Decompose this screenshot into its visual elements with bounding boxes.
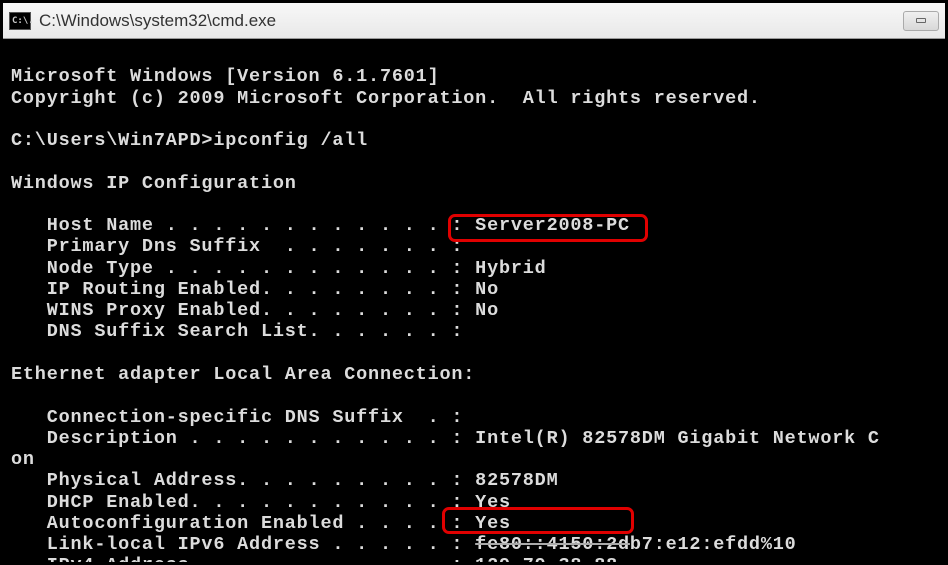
row-physical-address: Physical Address. . . . . . . . . : 8257… xyxy=(11,470,559,491)
dhcp-enabled-value: Yes xyxy=(475,492,511,513)
dns-suffix-list-label: DNS Suffix Search List. . . . . . : xyxy=(11,321,463,342)
titlebar[interactable]: C:\. C:\Windows\system32\cmd.exe xyxy=(3,3,945,39)
autoconfig-value: Yes xyxy=(475,513,511,534)
row-conn-dns-suffix: Connection-specific DNS Suffix . : xyxy=(11,407,463,428)
primary-dns-label: Primary Dns Suffix . . . . . . . : xyxy=(11,236,463,257)
row-dhcp-enabled: DHCP Enabled. . . . . . . . . . . : Yes xyxy=(11,492,511,513)
row-primary-dns: Primary Dns Suffix . . . . . . . : xyxy=(11,236,463,257)
terminal-output[interactable]: Microsoft Windows [Version 6.1.7601] Cop… xyxy=(3,39,945,562)
header-line-1: Microsoft Windows [Version 6.1.7601] xyxy=(11,66,439,87)
link-local-ipv6-tail: b7:e12:efdd%10 xyxy=(630,534,797,555)
row-ipv4: IPv4 Address. . . . . . . . . . . : 129.… xyxy=(11,555,618,562)
header-line-2: Copyright (c) 2009 Microsoft Corporation… xyxy=(11,88,761,109)
section-windows-ip-config: Windows IP Configuration xyxy=(11,173,297,194)
row-dns-suffix-list: DNS Suffix Search List. . . . . . : xyxy=(11,321,463,342)
description-label: Description . . . . . . . . . . . : xyxy=(11,428,475,449)
row-autoconfig: Autoconfiguration Enabled . . . . : Yes xyxy=(11,513,511,534)
host-name-value: Server2008-PC xyxy=(475,215,630,236)
autoconfig-label: Autoconfiguration Enabled . . . . : xyxy=(11,513,475,534)
physical-address-value: 82578DM xyxy=(475,470,558,491)
ipv4-label: IPv4 Address. . . . . . . . . . . : xyxy=(11,555,475,562)
cmd-icon-text: C:\. xyxy=(12,16,34,26)
window-controls xyxy=(903,11,939,31)
prompt-line: C:\Users\Win7APD>ipconfig /all xyxy=(11,130,368,151)
cmd-window: C:\. C:\Windows\system32\cmd.exe Microso… xyxy=(3,3,945,562)
physical-address-label: Physical Address. . . . . . . . . : xyxy=(11,470,475,491)
dhcp-enabled-label: DHCP Enabled. . . . . . . . . . . : xyxy=(11,492,475,513)
node-type-label: Node Type . . . . . . . . . . . . : xyxy=(11,258,475,279)
cmd-icon: C:\. xyxy=(9,12,31,30)
row-description-wrap: on xyxy=(11,449,35,470)
minimize-icon xyxy=(916,18,926,23)
section-ethernet-adapter: Ethernet adapter Local Area Connection: xyxy=(11,364,475,385)
ipv4-value: 129.79.38.88 xyxy=(475,555,618,562)
node-type-value: Hybrid xyxy=(475,258,546,279)
description-value: Intel(R) 82578DM Gigabit Network C xyxy=(475,428,880,449)
ip-routing-label: IP Routing Enabled. . . . . . . . : xyxy=(11,279,475,300)
wins-proxy-label: WINS Proxy Enabled. . . . . . . . : xyxy=(11,300,475,321)
window-title: C:\Windows\system32\cmd.exe xyxy=(39,11,903,31)
conn-dns-suffix-label: Connection-specific DNS Suffix . : xyxy=(11,407,463,428)
row-wins-proxy: WINS Proxy Enabled. . . . . . . . : No xyxy=(11,300,499,321)
link-local-ipv6-label: Link-local IPv6 Address . . . . . : xyxy=(11,534,475,555)
link-local-ipv6-struck: fe80::4150:2d xyxy=(475,534,630,555)
row-link-local-ipv6: Link-local IPv6 Address . . . . . : fe80… xyxy=(11,534,797,555)
host-name-label: Host Name . . . . . . . . . . . . : xyxy=(11,215,475,236)
row-node-type: Node Type . . . . . . . . . . . . : Hybr… xyxy=(11,258,547,279)
row-host-name: Host Name . . . . . . . . . . . . : Serv… xyxy=(11,215,630,236)
minimize-button[interactable] xyxy=(903,11,939,31)
row-ip-routing: IP Routing Enabled. . . . . . . . : No xyxy=(11,279,499,300)
ip-routing-value: No xyxy=(475,279,499,300)
wins-proxy-value: No xyxy=(475,300,499,321)
row-description: Description . . . . . . . . . . . : Inte… xyxy=(11,428,880,449)
